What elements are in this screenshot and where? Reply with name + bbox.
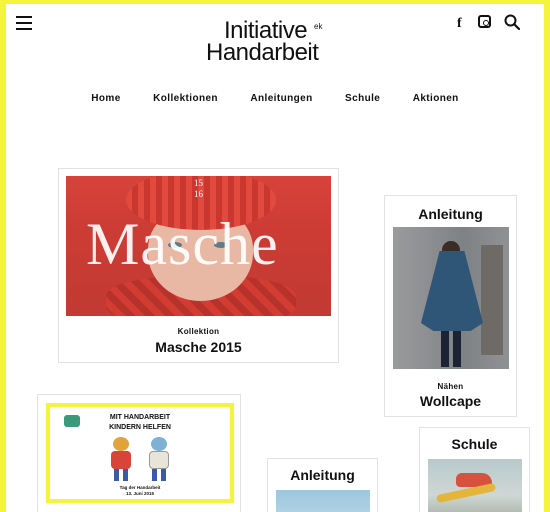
- instagram-icon[interactable]: [478, 15, 491, 28]
- nav-item-anleitungen[interactable]: Anleitungen: [250, 93, 312, 104]
- card-anleitung-2[interactable]: Anleitung: [267, 458, 378, 512]
- card-category: Kollektion: [177, 327, 220, 336]
- card-heading: Anleitung: [290, 467, 355, 483]
- kinder-poster-image[interactable]: MIT HANDARBEIT KINDERN HELFEN Tag der Ha…: [46, 403, 234, 503]
- nav-item-aktionen[interactable]: Aktionen: [413, 93, 459, 104]
- menu-icon[interactable]: [16, 16, 32, 30]
- card-title[interactable]: Wollcape: [385, 393, 516, 409]
- card-kindern-helfen[interactable]: MIT HANDARBEIT KINDERN HELFEN Tag der Ha…: [37, 394, 241, 512]
- wollcape-image[interactable]: [393, 227, 509, 369]
- main-nav: Home Kollektionen Anleitungen Schule Akt…: [6, 88, 544, 106]
- facebook-icon[interactable]: f: [457, 16, 462, 32]
- card-wollcape[interactable]: Anleitung Nähen Wollcape: [384, 195, 517, 417]
- card-heading: Anleitung: [418, 206, 483, 222]
- year-label: 15 16: [194, 178, 203, 199]
- card-masche-2015[interactable]: 15 16 Masche Kollektion Masche 2015: [58, 168, 339, 363]
- poster-headline: MIT HANDARBEIT KINDERN HELFEN: [109, 414, 171, 431]
- logo-line-2: Handarbeit: [206, 39, 319, 66]
- nav-item-home[interactable]: Home: [91, 93, 120, 104]
- masche-cover-image[interactable]: 15 16 Masche: [66, 176, 331, 316]
- schule-image[interactable]: [428, 459, 522, 512]
- anleitung-image[interactable]: [276, 490, 370, 512]
- poster-footer: Tag der Handarbeit 13. Juni 2015: [119, 485, 161, 496]
- card-title[interactable]: Masche 2015: [59, 339, 338, 355]
- card-category: Nähen: [437, 382, 464, 391]
- search-icon[interactable]: [504, 14, 520, 30]
- logo-superscript: ek: [314, 22, 323, 31]
- masche-image-word: Masche: [86, 211, 279, 277]
- nav-item-kollektionen[interactable]: Kollektionen: [153, 93, 218, 104]
- nav-item-schule[interactable]: Schule: [345, 93, 380, 104]
- card-schule[interactable]: Schule: [419, 427, 530, 512]
- page: Initiative ek Handarbeit f Home Kollekti…: [6, 4, 544, 512]
- card-heading: Schule: [451, 436, 498, 452]
